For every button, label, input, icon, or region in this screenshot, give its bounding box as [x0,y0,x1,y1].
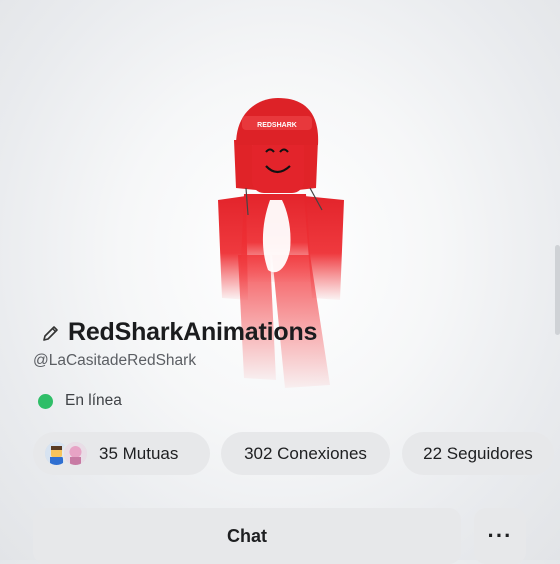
online-status: En línea [38,392,122,410]
pencil-icon[interactable] [40,322,62,344]
status-label: En línea [65,392,122,409]
username: @LaCasitadeRedShark [33,352,197,369]
scrollbar[interactable] [555,245,560,335]
display-name: RedSharkAnimations [68,318,318,346]
connections-button[interactable]: 302 Conexiones [221,432,390,475]
mutuals-button[interactable]: 35 Mutuas [33,432,210,475]
name-row: RedSharkAnimations [40,318,317,347]
online-dot-icon [38,393,53,409]
mutual-avatars [43,440,89,467]
ellipsis-icon: ··· [487,523,513,548]
followers-button[interactable]: 22 Seguidores [402,432,554,475]
avatar [62,440,89,467]
mutuals-label: 35 Mutuas [99,443,179,463]
chat-button[interactable]: Chat [33,508,461,564]
connections-label: 302 Conexiones [244,443,367,463]
hat-logo-text: REDSHARK [257,122,297,129]
more-options-button[interactable]: ··· [474,508,526,564]
chat-label: Chat [227,525,267,546]
followers-label: 22 Seguidores [423,443,533,463]
